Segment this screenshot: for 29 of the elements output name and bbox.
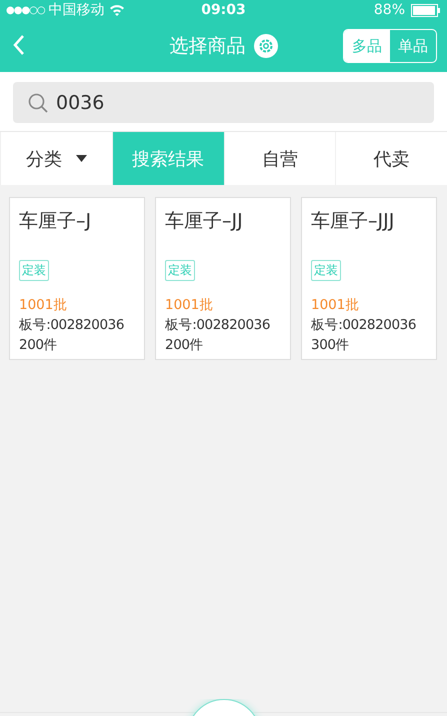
signal-dots: ●●●○○: [6, 4, 45, 16]
batch-number: 1001批: [19, 296, 68, 315]
product-card[interactable]: 车厘子–JJJ 定装 1001批 板号:002820036 300件: [301, 197, 437, 360]
caret-icon: [76, 155, 87, 162]
batch-number: 1001批: [311, 296, 360, 315]
product-name: 车厘子–JJJ: [311, 209, 394, 234]
wifi-icon: [108, 4, 125, 16]
board-number: 板号:002820036: [19, 316, 124, 335]
quantity-text: 200件: [165, 336, 204, 355]
board-number: 板号:002820036: [165, 316, 270, 335]
product-tag: 定装: [165, 260, 195, 281]
board-number: 板号:002820036: [311, 316, 416, 335]
search-icon: [28, 93, 48, 113]
battery-icon: [411, 4, 441, 16]
battery-percent: 88%: [374, 2, 405, 18]
product-tag: 定装: [311, 260, 341, 281]
carrier-name: 中国移动: [48, 1, 105, 19]
product-card[interactable]: 车厘子–JJ 定装 1001批 板号:002820036 200件: [155, 197, 291, 360]
product-name: 车厘子–JJ: [165, 209, 243, 234]
clock-time: 09:03: [201, 2, 246, 18]
quantity-text: 300件: [311, 336, 350, 355]
product-name: 车厘子–J: [19, 209, 92, 234]
quantity-text: 200件: [19, 336, 58, 355]
search-field[interactable]: 0036: [13, 82, 434, 123]
settings-icon[interactable]: [254, 34, 278, 58]
product-tag: 定装: [19, 260, 49, 281]
batch-number: 1001批: [165, 296, 214, 315]
page-title: 选择商品: [170, 34, 246, 59]
product-card[interactable]: 车厘子–J 定装 1001批 板号:002820036 200件: [9, 197, 145, 360]
